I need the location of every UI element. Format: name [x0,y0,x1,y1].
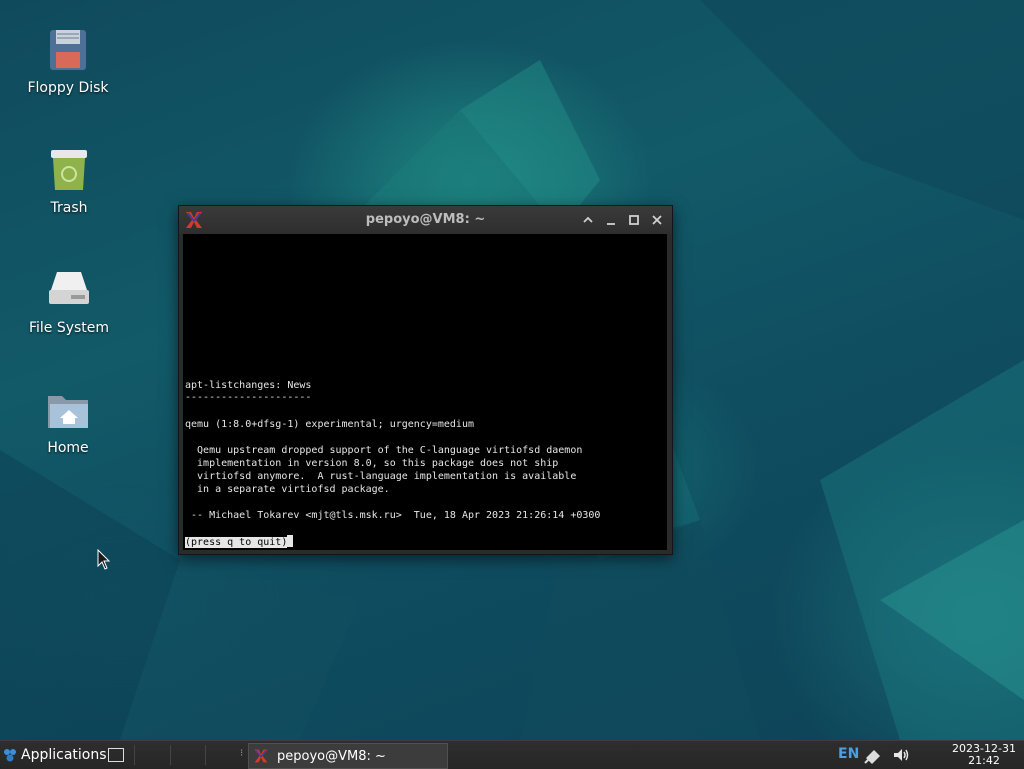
shade-icon[interactable] [580,212,596,228]
hard-drive-icon [49,272,89,304]
taskbar: Applications ⁝ pepoyo@VM8: ~ EN 2023-12-… [0,740,1024,769]
applications-label: Applications [21,747,107,763]
taskbar-separator [134,745,135,765]
terminal-line: virtiofsd anymore. A rust-language imple… [185,471,577,482]
workspace-handle-icon[interactable]: ⁝ [240,748,243,759]
minimize-icon[interactable] [603,212,619,228]
close-icon[interactable] [649,212,665,228]
task-title: pepoyo@VM8: ~ [277,748,386,764]
clock-time: 21:42 [968,754,1000,767]
terminal-line: -- Michael Tokarev <mjt@tls.msk.ru> Tue,… [185,510,601,521]
terminal-line: implementation in version 8.0, so this p… [185,458,559,469]
terminal-output[interactable]: apt-listchanges: News ------------------… [183,234,667,550]
floppy-disk-icon [50,30,86,70]
terminal-line: qemu (1:8.0+dfsg-1) experimental; urgenc… [185,419,474,430]
applications-menu-button[interactable]: Applications [2,744,107,766]
taskbar-window-button[interactable]: pepoyo@VM8: ~ [248,743,448,769]
pager-prompt: (press q to quit) [185,537,288,548]
maximize-icon[interactable] [626,212,642,228]
network-icon[interactable] [864,746,882,764]
desktop-icon-label: File System [28,320,110,336]
window-title: pepoyo@VM8: ~ [365,212,486,227]
pager-prompt-line: (press q to quit) [185,535,294,549]
terminal-line: in a separate virtiofsd package. [185,484,390,495]
xterm-icon [254,749,268,763]
window-titlebar[interactable]: pepoyo@VM8: ~ [179,206,672,234]
taskbar-separator [205,745,206,765]
desktop-icon-floppy-disk[interactable]: Floppy Disk [13,26,123,96]
desktop-icon-label: Floppy Disk [27,80,109,96]
taskbar-separator [170,745,171,765]
terminal-line: Qemu upstream dropped support of the C-l… [185,445,583,456]
desktop-icon-label: Trash [50,200,88,216]
mouse-pointer-icon [97,549,111,570]
keyboard-layout-indicator[interactable]: EN [838,746,859,762]
clock[interactable]: 2023-12-31 21:42 [944,743,1024,767]
desktop-icon-home[interactable]: Home [13,386,123,456]
desktop-icon-trash[interactable]: Trash [14,146,124,216]
terminal-window[interactable]: pepoyo@VM8: ~ apt-listchanges: News ----… [178,205,673,555]
desktop-icon-label: Home [47,440,89,456]
trash-icon [51,150,87,190]
xfce-logo-icon [4,749,16,762]
show-desktop-button[interactable] [108,748,124,762]
volume-icon[interactable] [892,746,910,764]
home-folder-icon [48,396,88,428]
terminal-line: --------------------- [185,392,312,403]
desktop-icon-file-system[interactable]: File System [14,266,124,336]
terminal-cursor [287,535,294,547]
